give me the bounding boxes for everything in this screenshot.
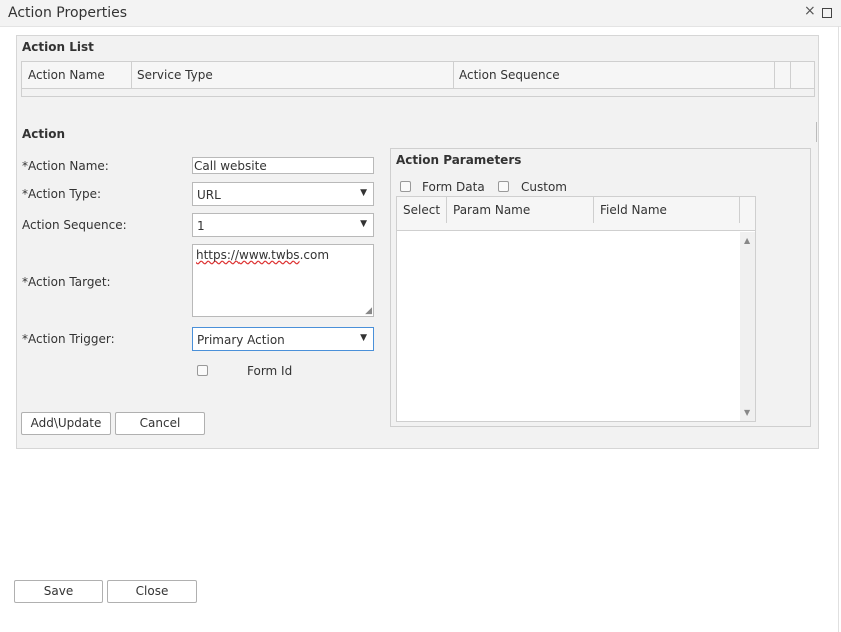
form-id-checkbox[interactable] bbox=[197, 365, 208, 376]
params-grid-header: Select Param Name Field Name bbox=[396, 196, 756, 231]
action-type-select[interactable]: URL ▼ bbox=[192, 182, 374, 206]
form-id-label: Form Id bbox=[247, 364, 293, 378]
action-sequence-label: Action Sequence: bbox=[22, 218, 127, 232]
scroll-up-icon[interactable]: ▲ bbox=[744, 236, 750, 245]
column-service-type[interactable]: Service Type bbox=[131, 62, 454, 88]
action-target-value: https://www.twbs.com bbox=[196, 248, 330, 262]
maximize-icon[interactable] bbox=[822, 8, 832, 18]
action-list-header: Action Name Service Type Action Sequence bbox=[21, 61, 815, 89]
close-button[interactable]: Close bbox=[107, 580, 197, 603]
window-edge bbox=[838, 26, 839, 632]
save-button[interactable]: Save bbox=[14, 580, 103, 603]
divider bbox=[816, 122, 817, 142]
column-field-name[interactable]: Field Name bbox=[594, 197, 740, 223]
custom-label: Custom bbox=[521, 180, 567, 194]
column-param-name[interactable]: Param Name bbox=[447, 197, 594, 223]
action-trigger-select[interactable]: Primary Action ▼ bbox=[192, 327, 374, 351]
action-target-label: *Action Target: bbox=[22, 275, 111, 289]
action-trigger-label: *Action Trigger: bbox=[22, 332, 115, 346]
action-sequence-value: 1 bbox=[197, 219, 205, 233]
column-action-name[interactable]: Action Name bbox=[22, 62, 132, 88]
action-heading: Action bbox=[22, 127, 66, 141]
column-extra bbox=[775, 62, 791, 88]
action-name-input[interactable]: Call website bbox=[192, 157, 374, 174]
action-target-textarea[interactable]: https://www.twbs.com ◢ bbox=[192, 244, 374, 317]
resize-handle-icon[interactable]: ◢ bbox=[365, 306, 372, 316]
action-sequence-select[interactable]: 1 ▼ bbox=[192, 213, 374, 237]
add-update-button[interactable]: Add\Update bbox=[21, 412, 111, 435]
chevron-down-icon: ▼ bbox=[360, 188, 367, 198]
column-action-sequence[interactable]: Action Sequence bbox=[453, 62, 775, 88]
action-trigger-value: Primary Action bbox=[197, 333, 285, 347]
chevron-down-icon: ▼ bbox=[360, 219, 367, 229]
action-type-label: *Action Type: bbox=[22, 187, 102, 201]
close-icon[interactable]: × bbox=[804, 4, 816, 18]
form-data-checkbox[interactable] bbox=[400, 181, 411, 192]
action-type-value: URL bbox=[197, 188, 221, 202]
column-select[interactable]: Select bbox=[397, 197, 447, 223]
cancel-button[interactable]: Cancel bbox=[115, 412, 205, 435]
action-name-label: *Action Name: bbox=[22, 159, 109, 173]
action-name-value: Call website bbox=[194, 159, 267, 173]
action-parameters-heading: Action Parameters bbox=[396, 153, 522, 167]
window-title: Action Properties bbox=[8, 5, 128, 21]
custom-checkbox[interactable] bbox=[498, 181, 509, 192]
action-list-heading: Action List bbox=[22, 40, 94, 54]
form-data-label: Form Data bbox=[422, 180, 485, 194]
chevron-down-icon: ▼ bbox=[360, 333, 367, 343]
params-scrollbar[interactable] bbox=[740, 232, 755, 421]
scroll-down-icon[interactable]: ▼ bbox=[744, 408, 750, 417]
